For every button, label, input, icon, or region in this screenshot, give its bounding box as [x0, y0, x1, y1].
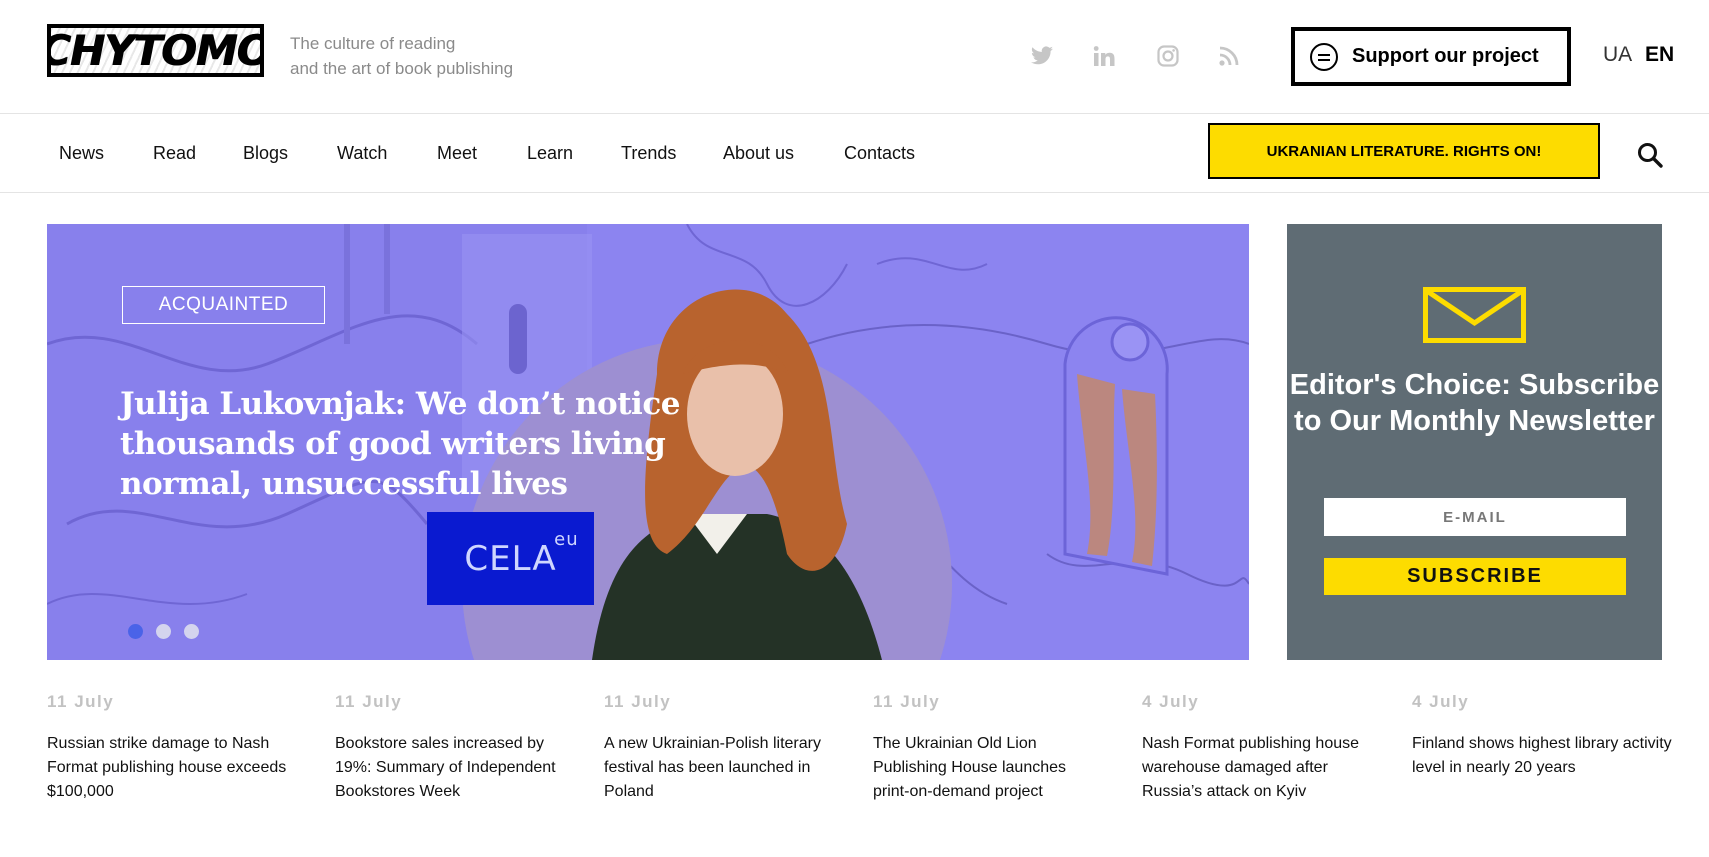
news-item[interactable]: 11 July Russian strike damage to Nash Fo… — [47, 692, 302, 804]
rights-on-button[interactable]: UKRANIAN LITERATURE. RIGHTS ON! — [1208, 123, 1600, 179]
email-field[interactable] — [1324, 498, 1626, 536]
news-item[interactable]: 11 July Bookstore sales increased by 19%… — [335, 692, 575, 804]
news-item[interactable]: 11 July The Ukrainian Old Lion Publishin… — [873, 692, 1103, 804]
news-date: 4 July — [1412, 692, 1470, 711]
news-date: 11 July — [335, 692, 403, 711]
hryvnia-icon — [1310, 42, 1338, 71]
nav-item-meet[interactable]: Meet — [437, 143, 477, 164]
nav-item-about-us[interactable]: About us — [723, 143, 794, 164]
news-title[interactable]: Nash Format publishing house warehouse d… — [1142, 732, 1382, 804]
tagline-line-1: The culture of reading — [290, 34, 456, 53]
linkedin-icon[interactable] — [1091, 43, 1117, 69]
cela-logo-text: CELA eu — [464, 528, 579, 579]
hero-slider[interactable]: ACQUAINTED Julija Lukovnjak: We don’t no… — [47, 224, 1249, 660]
site-logo[interactable]: CHYTOMO — [47, 24, 264, 77]
tagline-line-2: and the art of book publishing — [290, 59, 514, 78]
envelope-icon — [1423, 287, 1526, 343]
nav-item-contacts[interactable]: Contacts — [844, 143, 915, 164]
nav-item-learn[interactable]: Learn — [527, 143, 573, 164]
lang-en-link[interactable]: EN — [1645, 43, 1674, 67]
news-date: 11 July — [47, 692, 115, 711]
news-date: 4 July — [1142, 692, 1200, 711]
news-item[interactable]: 4 July Finland shows highest library act… — [1412, 692, 1672, 780]
news-title[interactable]: Russian strike damage to Nash Format pub… — [47, 732, 302, 804]
cela-logo-suffix: eu — [554, 528, 579, 550]
newsletter-title: Editor's Choice: Subscribe to Our Monthl… — [1289, 369, 1660, 437]
news-item[interactable]: 11 July A new Ukrainian-Polish literary … — [604, 692, 844, 804]
rss-icon[interactable] — [1216, 43, 1242, 69]
search-icon[interactable] — [1636, 141, 1664, 169]
slider-dot-2[interactable] — [156, 624, 171, 639]
news-title[interactable]: Bookstore sales increased by 19%: Summar… — [335, 732, 575, 804]
slider-dots — [128, 624, 199, 639]
nav-item-blogs[interactable]: Blogs — [243, 143, 288, 164]
slider-dot-1[interactable] — [128, 624, 143, 639]
twitter-icon[interactable] — [1029, 43, 1055, 69]
support-project-button[interactable]: Support our project — [1291, 27, 1571, 86]
nav-item-news[interactable]: News — [59, 143, 104, 164]
nav-item-watch[interactable]: Watch — [337, 143, 387, 164]
main-nav: News Read Blogs Watch Meet Learn Trends … — [0, 115, 1709, 193]
logo-text: CHYTOMO — [47, 26, 264, 75]
nav-item-read[interactable]: Read — [153, 143, 196, 164]
newsletter-box: Editor's Choice: Subscribe to Our Monthl… — [1287, 224, 1662, 660]
news-date: 11 July — [604, 692, 672, 711]
news-title[interactable]: Finland shows highest library activity l… — [1412, 732, 1672, 780]
cela-eu-logo: CELA eu — [427, 512, 594, 605]
hero-category-tag[interactable]: ACQUAINTED — [122, 286, 325, 324]
news-title[interactable]: A new Ukrainian-Polish literary festival… — [604, 732, 844, 804]
support-label: Support our project — [1352, 45, 1539, 67]
nav-item-trends[interactable]: Trends — [621, 143, 676, 164]
site-tagline: The culture of reading and the art of bo… — [290, 31, 570, 81]
subscribe-button[interactable]: SUBSCRIBE — [1324, 558, 1626, 595]
news-title[interactable]: The Ukrainian Old Lion Publishing House … — [873, 732, 1103, 804]
site-header: CHYTOMO The culture of reading and the a… — [0, 0, 1709, 114]
instagram-icon[interactable] — [1155, 43, 1181, 69]
hero-title[interactable]: Julija Lukovnjak: We don’t notice thousa… — [120, 384, 760, 504]
news-date: 11 July — [873, 692, 941, 711]
news-item[interactable]: 4 July Nash Format publishing house ware… — [1142, 692, 1382, 804]
lang-ua-link[interactable]: UA — [1603, 43, 1632, 67]
slider-dot-3[interactable] — [184, 624, 199, 639]
